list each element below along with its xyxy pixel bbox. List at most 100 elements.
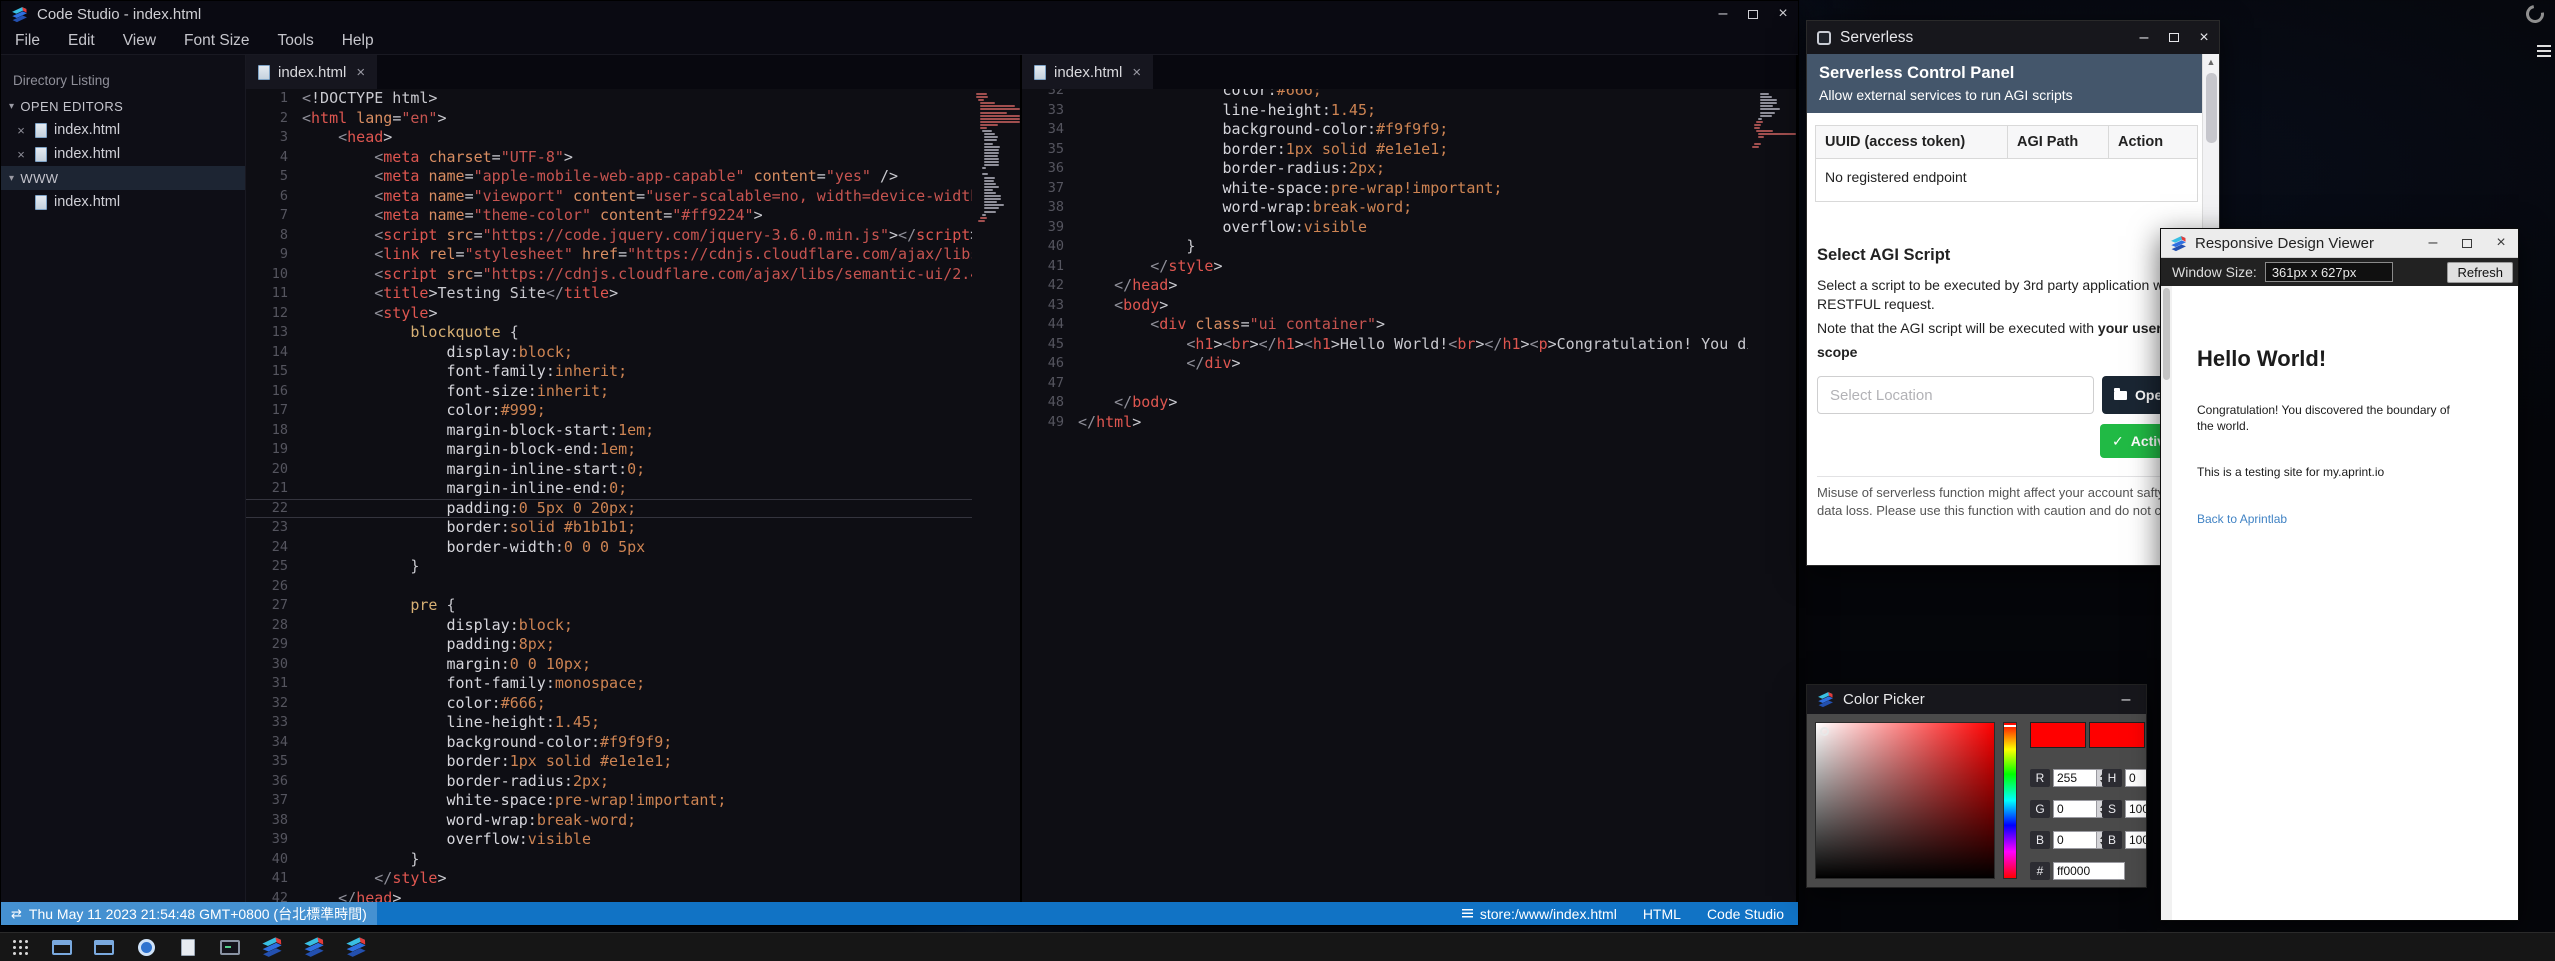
- code-text: color:#666;: [302, 694, 546, 714]
- minimap[interactable]: [972, 89, 1020, 902]
- editor-pane: index.html×32 color:#666;33 line-height:…: [1022, 55, 1798, 902]
- close-icon[interactable]: ×: [14, 147, 28, 162]
- note-text: scope: [1817, 344, 2209, 360]
- app-launcher-icon[interactable]: [8, 935, 32, 959]
- menu-bar: FileEditViewFont SizeToolsHelp: [1, 27, 1798, 55]
- menu-edit[interactable]: Edit: [54, 27, 109, 54]
- window-icon[interactable]: [92, 935, 116, 959]
- file-item[interactable]: ×index.html: [1, 142, 245, 166]
- minimap-line: [1760, 93, 1769, 95]
- line-number: 20: [246, 460, 302, 480]
- minimize-button[interactable]: –: [1708, 5, 1738, 23]
- minimize-button[interactable]: –: [2416, 234, 2450, 252]
- status-datetime-chip[interactable]: ⇄ Thu May 11 2023 21:54:48 GMT+0800 (台北標…: [1, 902, 377, 925]
- scroll-thumb[interactable]: [2163, 288, 2170, 380]
- code-text: background-color:#f9f9f9;: [302, 733, 672, 753]
- minimize-button[interactable]: –: [2129, 29, 2159, 47]
- menu-file[interactable]: File: [1, 27, 54, 54]
- code-text: display:block;: [302, 616, 573, 636]
- editor-tab[interactable]: index.html×: [246, 55, 377, 89]
- code-editor[interactable]: 1<!DOCTYPE html>2<html lang="en">3 <head…: [246, 89, 1020, 902]
- scroll-up-icon[interactable]: ▲: [2207, 54, 2216, 67]
- close-icon[interactable]: ×: [14, 123, 28, 138]
- browser-icon[interactable]: [134, 935, 158, 959]
- window-icon[interactable]: [50, 935, 74, 959]
- document-icon[interactable]: [176, 935, 200, 959]
- color-cursor[interactable]: [1820, 727, 1829, 736]
- menu-help[interactable]: Help: [328, 27, 388, 54]
- line-number: 36: [1022, 159, 1078, 179]
- line-number: 2: [246, 109, 302, 129]
- code-studio-icon[interactable]: [302, 935, 326, 959]
- status-app[interactable]: Code Studio: [1707, 906, 1784, 922]
- field-input-g[interactable]: [2053, 800, 2097, 818]
- code-studio-icon[interactable]: [260, 935, 284, 959]
- loading-icon[interactable]: [2522, 1, 2547, 26]
- location-input[interactable]: [1817, 376, 2094, 414]
- terminal-icon[interactable]: [218, 935, 242, 959]
- maximize-button[interactable]: [2450, 239, 2484, 248]
- tab-close-icon[interactable]: ×: [1132, 64, 1141, 81]
- maximize-button[interactable]: [1738, 10, 1768, 19]
- field-input-b[interactable]: [2053, 831, 2097, 849]
- file-item[interactable]: ×index.html: [1, 118, 245, 142]
- check-icon: ✓: [2112, 433, 2124, 450]
- titlebar[interactable]: Code Studio - index.html – ×: [1, 1, 1798, 27]
- field-input-r[interactable]: [2053, 769, 2097, 787]
- menu-tools[interactable]: Tools: [264, 27, 328, 54]
- close-button[interactable]: ×: [1768, 5, 1798, 23]
- code-editor[interactable]: 32 color:#666;33 line-height:1.45;34 bac…: [1022, 89, 1796, 902]
- titlebar[interactable]: Serverless – ×: [1807, 21, 2219, 54]
- menu-font-size[interactable]: Font Size: [170, 27, 263, 54]
- field-input-s[interactable]: [2125, 800, 2146, 818]
- tab-close-icon[interactable]: ×: [356, 64, 365, 81]
- field-input-hex[interactable]: [2053, 862, 2125, 880]
- minimap-line: [984, 143, 993, 145]
- picker-field-hex: #: [2030, 862, 2125, 880]
- field-input-h[interactable]: [2125, 769, 2146, 787]
- refresh-button[interactable]: Refresh: [2447, 262, 2513, 283]
- maximize-button[interactable]: [2159, 33, 2189, 42]
- minimize-button[interactable]: –: [2106, 691, 2146, 709]
- line-number: 40: [1022, 237, 1078, 257]
- scroll-thumb[interactable]: [2206, 73, 2217, 143]
- line-number: 18: [246, 421, 302, 441]
- menu-view[interactable]: View: [109, 27, 170, 54]
- line-number: 38: [1022, 198, 1078, 218]
- code-line: 38 word-wrap:break-word;: [1022, 198, 1796, 218]
- line-number: 27: [246, 596, 302, 616]
- table-header-row: UUID (access token) AGI Path Action: [1816, 126, 2197, 159]
- code-line: 15 font-family:inherit;: [246, 362, 1020, 382]
- back-link[interactable]: Back to Aprintlab: [2197, 512, 2287, 526]
- code-studio-icon[interactable]: [344, 935, 368, 959]
- editor-tab[interactable]: index.html×: [1022, 55, 1153, 89]
- hue-marker[interactable]: [2004, 725, 2016, 727]
- file-icon: [258, 65, 270, 80]
- code-line: 46 </div>: [1022, 354, 1796, 374]
- code-line: 35 border:1px solid #e1e1e1;: [1022, 140, 1796, 160]
- window-size-input[interactable]: [2265, 262, 2393, 282]
- saturation-area[interactable]: [1815, 722, 1995, 879]
- minimap-line: [980, 102, 995, 104]
- titlebar[interactable]: Responsive Design Viewer – ×: [2161, 229, 2518, 258]
- file-item[interactable]: index.html: [1, 190, 245, 214]
- section-header-www[interactable]: ▾WWW: [1, 166, 245, 190]
- code-lines: 1<!DOCTYPE html>2<html lang="en">3 <head…: [246, 89, 1020, 902]
- status-file[interactable]: store:/www/index.html: [1462, 906, 1617, 922]
- field-label-g: G: [2030, 800, 2050, 818]
- menu-icon[interactable]: [2537, 45, 2551, 60]
- code-text: <script src="https://cdnjs.cloudflare.co…: [302, 265, 988, 285]
- minimap[interactable]: [1748, 89, 1796, 902]
- status-language[interactable]: HTML: [1643, 906, 1681, 922]
- close-button[interactable]: ×: [2189, 29, 2219, 47]
- line-number: 49: [1022, 413, 1078, 433]
- close-button[interactable]: ×: [2484, 234, 2518, 252]
- field-input-b[interactable]: [2125, 831, 2146, 849]
- hue-slider[interactable]: [2003, 722, 2017, 879]
- minimap-line: [984, 139, 997, 141]
- code-line: 25 }: [246, 557, 1020, 577]
- section-header-open-editors[interactable]: ▾OPEN EDITORS: [1, 94, 245, 118]
- maximize-icon: [2462, 239, 2472, 248]
- titlebar[interactable]: Color Picker –: [1807, 685, 2146, 714]
- viewer-scrollbar[interactable]: [2161, 286, 2172, 920]
